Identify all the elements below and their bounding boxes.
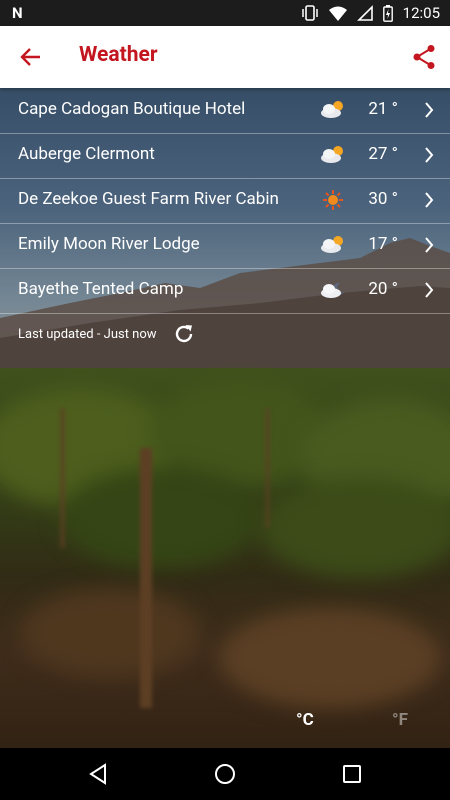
home-circle-icon[interactable] <box>213 762 237 786</box>
app-bar: Weather <box>0 26 450 88</box>
location-name: Bayethe Tented Camp <box>18 279 184 299</box>
arrow-left-icon[interactable] <box>18 44 44 70</box>
clock: 12:05 <box>402 4 440 22</box>
wifi-icon <box>328 6 347 21</box>
temperature: 17 ° <box>368 234 398 254</box>
temperature: 20 ° <box>368 279 398 299</box>
location-name: Emily Moon River Lodge <box>18 234 200 254</box>
status-bar: N 12:05 <box>0 0 450 26</box>
fahrenheit-toggle[interactable]: °F <box>392 710 408 730</box>
sun-icon <box>323 190 343 210</box>
celsius-toggle[interactable]: °C <box>296 710 314 730</box>
system-nav-bar <box>0 748 450 800</box>
location-name: Cape Cadogan Boutique Hotel <box>18 99 246 119</box>
chevron-right-icon <box>425 147 434 163</box>
vibrate-icon <box>301 5 318 21</box>
location-name: Auberge Clermont <box>18 144 155 164</box>
temperature: 27 ° <box>368 144 398 164</box>
location-row[interactable]: Cape Cadogan Boutique Hotel 21 ° <box>0 88 450 134</box>
location-row[interactable]: De Zeekoe Guest Farm River Cabin 30 ° <box>0 178 450 224</box>
last-updated-text: Last updated - Just now <box>18 327 157 342</box>
chevron-right-icon <box>425 192 434 208</box>
status-icons: 12:05 <box>301 0 440 26</box>
refresh-icon[interactable] <box>172 322 196 346</box>
temperature: 30 ° <box>368 189 398 209</box>
chevron-right-icon <box>425 237 434 253</box>
notification-n-icon: N <box>12 4 23 22</box>
temperature: 21 ° <box>368 99 398 119</box>
chevron-right-icon <box>425 102 434 118</box>
battery-charging-icon <box>382 4 393 22</box>
recents-square-icon[interactable] <box>340 762 364 786</box>
page-title: Weather <box>79 43 158 67</box>
cloud-moon-icon <box>321 282 344 298</box>
location-name: De Zeekoe Guest Farm River Cabin <box>18 189 279 209</box>
share-icon[interactable] <box>412 44 436 70</box>
no-sim-icon <box>356 5 373 21</box>
chevron-right-icon <box>425 282 434 298</box>
back-triangle-icon[interactable] <box>86 762 110 786</box>
location-row[interactable]: Bayethe Tented Camp 20 ° <box>0 268 450 314</box>
location-row[interactable]: Emily Moon River Lodge 17 ° <box>0 223 450 269</box>
location-row[interactable]: Auberge Clermont 27 ° <box>0 133 450 179</box>
partly-cloudy-icon <box>321 101 343 118</box>
partly-cloudy-icon <box>321 146 343 163</box>
partly-cloudy-icon <box>321 236 343 253</box>
